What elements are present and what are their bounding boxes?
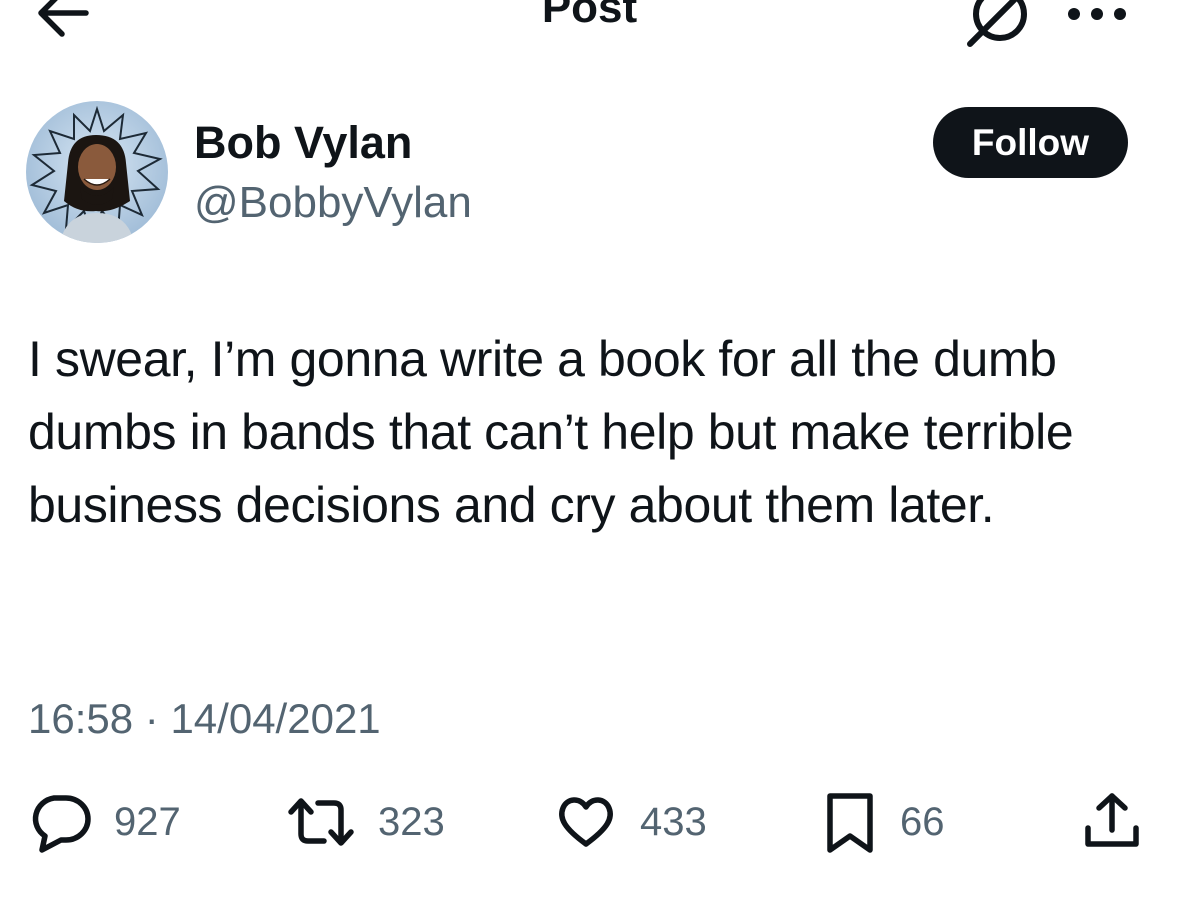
like-count: 433: [640, 800, 707, 844]
avatar-photo: [26, 101, 168, 243]
avatar[interactable]: [26, 101, 168, 243]
share-icon: [1085, 793, 1139, 847]
heart-icon: [559, 797, 613, 847]
author-handle[interactable]: @BobbyVylan: [194, 176, 472, 230]
post-date: 14/04/2021: [170, 695, 381, 742]
repost-count: 323: [378, 800, 445, 844]
bookmark-icon: [827, 793, 873, 853]
more-options-button[interactable]: [1062, 0, 1132, 30]
reply-icon: [32, 795, 91, 853]
post-text: I swear, I’m gonna write a book for all …: [28, 331, 1074, 533]
grok-button[interactable]: [962, 0, 1032, 50]
bookmark-button[interactable]: 66: [822, 790, 945, 854]
share-button[interactable]: [1080, 790, 1144, 854]
reply-button[interactable]: 927: [28, 790, 181, 854]
follow-button[interactable]: Follow: [933, 107, 1128, 178]
top-bar: Post: [0, 0, 1179, 60]
repost-icon: [288, 798, 354, 846]
meta-separator: ·: [144, 695, 159, 742]
post-timestamp[interactable]: 16:58 · 14/04/2021: [28, 693, 381, 745]
bookmark-count: 66: [900, 800, 945, 844]
grok-icon: [967, 0, 1027, 47]
post-time: 16:58: [28, 695, 134, 742]
like-button[interactable]: 433: [554, 790, 707, 854]
repost-button[interactable]: 323: [286, 790, 445, 854]
reply-count: 927: [114, 800, 181, 844]
more-dots-icon: [1068, 8, 1126, 20]
author-name[interactable]: Bob Vylan: [194, 116, 412, 170]
